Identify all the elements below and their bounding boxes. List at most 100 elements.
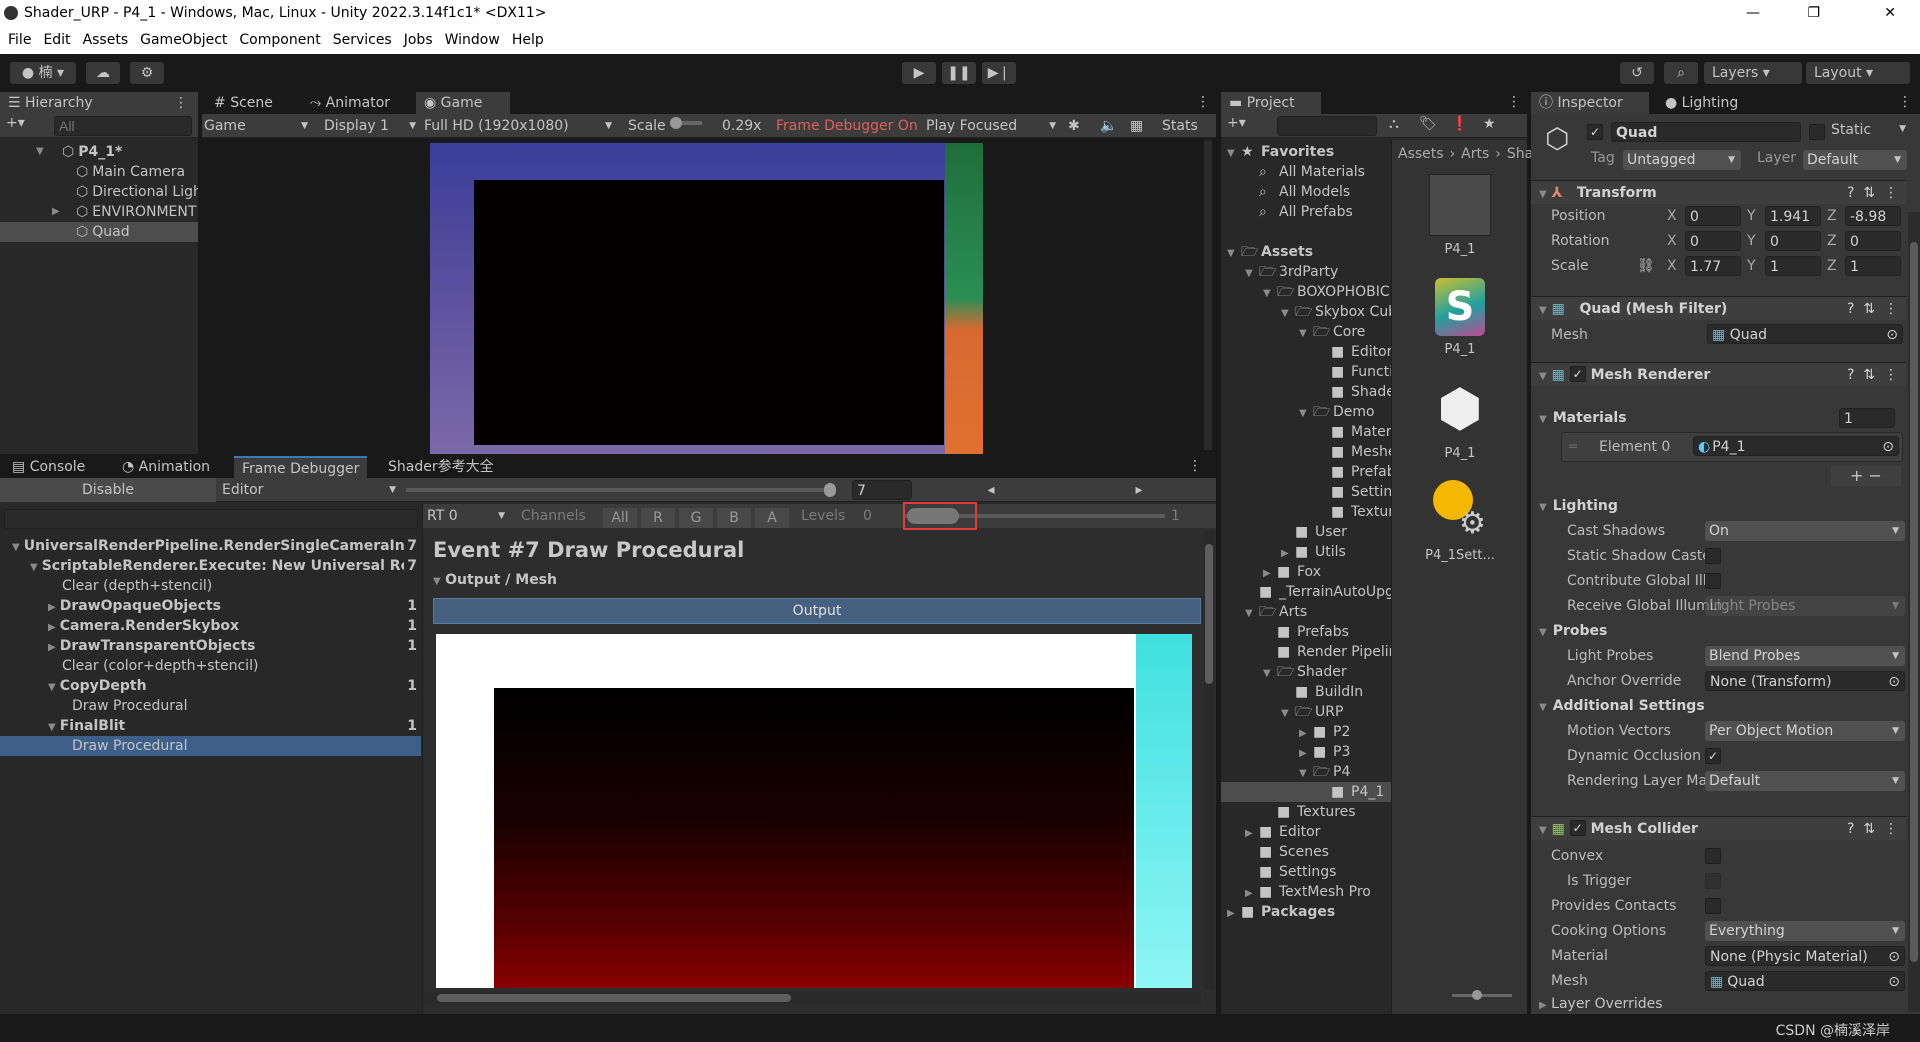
- project-tree-item[interactable]: ■ Render Pipeline: [1221, 642, 1391, 662]
- filter-type-icon[interactable]: ⛬: [1389, 116, 1399, 132]
- project-tree-item[interactable]: ⌕ All Models: [1221, 182, 1391, 202]
- undo-history-icon[interactable]: ↺: [1620, 62, 1654, 84]
- project-tree-item[interactable]: ■ BuildIn: [1221, 682, 1391, 702]
- expand-arrow-icon[interactable]: ▼: [1299, 764, 1313, 782]
- project-tree-item[interactable]: ▶ ■ Utils: [1221, 542, 1391, 562]
- menu-services[interactable]: Services: [333, 32, 392, 48]
- display-dropdown[interactable]: Display 1 ▼: [324, 114, 420, 138]
- output-mesh-foldout[interactable]: ▼ Output / Mesh: [433, 572, 557, 588]
- asset-material[interactable]: P4_1: [1392, 174, 1528, 257]
- physic-material-field[interactable]: None (Physic Material) ⊙: [1705, 946, 1905, 966]
- add-icon[interactable]: +▾: [6, 115, 25, 131]
- expand-arrow-icon[interactable]: ▶: [48, 622, 56, 633]
- expand-arrow-icon[interactable]: ▶: [52, 202, 60, 222]
- project-tree-item[interactable]: ■ Prefabs: [1221, 462, 1391, 482]
- event-tree-item[interactable]: Clear (depth+stencil): [0, 576, 421, 596]
- tab-animation[interactable]: ◔ Animation: [114, 456, 218, 478]
- more-icon[interactable]: ⋮: [1196, 94, 1210, 110]
- project-tree-item[interactable]: ▼ ★ Favorites: [1221, 142, 1391, 162]
- transform-position-x-field[interactable]: 0: [1685, 206, 1741, 226]
- transform-scale-y-field[interactable]: 1: [1765, 256, 1821, 276]
- layer-dropdown[interactable]: Default: [1803, 150, 1907, 170]
- object-picker-icon[interactable]: ⊙: [1888, 947, 1900, 965]
- label-icon[interactable]: 🏷: [1419, 116, 1437, 132]
- transform-scale-x-field[interactable]: 1.77: [1685, 256, 1741, 276]
- rendering-layer-mask-dropdown[interactable]: Default: [1705, 771, 1905, 791]
- expand-arrow-icon[interactable]: ▼: [48, 722, 56, 733]
- channel-all-button[interactable]: All: [603, 508, 637, 528]
- game-view[interactable]: [430, 143, 983, 454]
- tab-game[interactable]: ◉ Game: [416, 92, 510, 114]
- expand-arrow-icon[interactable]: ▼: [30, 562, 38, 573]
- tab-console[interactable]: ▤ Console: [4, 456, 93, 478]
- expand-arrow-icon[interactable]: ▼: [1245, 604, 1259, 622]
- minimize-button[interactable]: —: [1746, 0, 1760, 27]
- project-tree-item[interactable]: ▼🗁Skybox Cubemap: [1221, 302, 1391, 322]
- target-dropdown[interactable]: Editor ▼: [222, 478, 400, 502]
- project-tree-item[interactable]: ▼ 🗁 Core: [1221, 322, 1391, 342]
- menu-help[interactable]: Help: [512, 32, 544, 48]
- event-slider-thumb[interactable]: [824, 483, 836, 497]
- tab-scene[interactable]: # Scene: [206, 92, 281, 114]
- game-scrollbar[interactable]: [1204, 140, 1212, 450]
- render-target-dropdown[interactable]: RT 0 ▼: [427, 504, 509, 528]
- expand-arrow-icon[interactable]: ▼: [1299, 324, 1313, 342]
- channel-b-button[interactable]: B: [717, 508, 751, 528]
- expand-arrow-icon[interactable]: ▶: [1281, 544, 1295, 562]
- channel-g-button[interactable]: G: [679, 508, 713, 528]
- project-tree-item[interactable]: ▼ 🗁 Arts: [1221, 602, 1391, 622]
- project-tree-item[interactable]: ■ User: [1221, 522, 1391, 542]
- motion-vectors-dropdown[interactable]: Per Object Motion: [1705, 721, 1905, 741]
- maximize-button[interactable]: ❐: [1807, 0, 1820, 27]
- tab-animator[interactable]: ⤳ Animator: [302, 92, 398, 114]
- event-tree-item[interactable]: ▶ Camera.RenderSkybox 1: [0, 616, 421, 636]
- event-tree-item[interactable]: ▶ DrawOpaqueObjects 1: [0, 596, 421, 616]
- tab-shader-reference[interactable]: Shader参考大全: [380, 456, 502, 478]
- channel-r-button[interactable]: R: [641, 508, 675, 528]
- provides-contacts-checkbox[interactable]: [1705, 898, 1721, 914]
- layer-overrides-foldout[interactable]: ▶ Layer Overrides: [1539, 994, 1663, 1014]
- channel-a-button[interactable]: A: [755, 508, 789, 528]
- breadcrumb-item[interactable]: Arts: [1461, 146, 1489, 162]
- drag-handle-icon[interactable]: ═: [1569, 437, 1577, 457]
- expand-arrow-icon[interactable]: ▶: [1245, 884, 1259, 902]
- audio-icon[interactable]: 🔈: [1100, 114, 1117, 138]
- expand-arrow-icon[interactable]: ▼: [1281, 704, 1295, 722]
- expand-arrow-icon[interactable]: ▼: [1263, 664, 1277, 682]
- tab-frame-debugger[interactable]: Frame Debugger: [234, 456, 368, 478]
- transform-scale-z-field[interactable]: 1: [1845, 256, 1901, 276]
- menu-file[interactable]: File: [8, 32, 31, 48]
- project-tree-item[interactable]: ■ Settings: [1221, 482, 1391, 502]
- play-button[interactable]: ▶: [902, 62, 936, 84]
- asset-shader[interactable]: S P4_1: [1392, 276, 1528, 357]
- expand-arrow-icon[interactable]: ▶: [1299, 744, 1313, 762]
- expand-arrow-icon[interactable]: ▼: [1281, 304, 1295, 322]
- horizontal-scrollbar[interactable]: [423, 992, 1201, 1004]
- project-tree-item[interactable]: ■ Settings: [1221, 862, 1391, 882]
- vertical-scrollbar[interactable]: [1204, 530, 1214, 990]
- project-tree-item[interactable]: ▼ 🗁 Demo: [1221, 402, 1391, 422]
- event-tree-item[interactable]: ▶ DrawTransparentObjects 1: [0, 636, 421, 656]
- more-icon[interactable]: ⋮: [1507, 94, 1521, 110]
- tab-hierarchy[interactable]: ☰ Hierarchy ⋮: [0, 92, 198, 114]
- game-mode-dropdown[interactable]: Game ▼: [204, 114, 314, 138]
- project-tree-item[interactable]: ▶ ■ Editor: [1221, 822, 1391, 842]
- mesh-collider-enabled-checkbox[interactable]: ✓: [1569, 820, 1586, 836]
- project-tree-item[interactable]: ▼ 🗁 Shader: [1221, 662, 1391, 682]
- project-tree-item[interactable]: ■ Prefabs: [1221, 622, 1391, 642]
- project-tree-item[interactable]: ■ Shaders: [1221, 382, 1391, 402]
- expand-arrow-icon[interactable]: ▶: [1227, 904, 1241, 922]
- event-tree-item[interactable]: Draw Procedural: [0, 696, 421, 716]
- expand-arrow-icon[interactable]: ▼: [1227, 244, 1241, 262]
- static-dropdown-icon[interactable]: ▼: [1899, 124, 1906, 134]
- event-slider[interactable]: [406, 483, 836, 497]
- project-tree-item[interactable]: ▶ ■ Fox: [1221, 562, 1391, 582]
- expand-arrow-icon[interactable]: ▼: [1245, 264, 1259, 282]
- event-tree-item[interactable]: Clear (color+depth+stencil): [0, 656, 421, 676]
- breadcrumb-item[interactable]: Assets: [1398, 146, 1444, 162]
- expand-arrow-icon[interactable]: ▶: [1245, 824, 1259, 842]
- object-picker-icon[interactable]: ⊙: [1888, 972, 1900, 990]
- asset-settings[interactable]: ⚙ P4_1Sett...: [1392, 480, 1528, 563]
- project-tree-item[interactable]: ▶ ■ TextMesh Pro: [1221, 882, 1391, 902]
- project-tree-item[interactable]: ▼ 🗁 Assets: [1221, 242, 1391, 262]
